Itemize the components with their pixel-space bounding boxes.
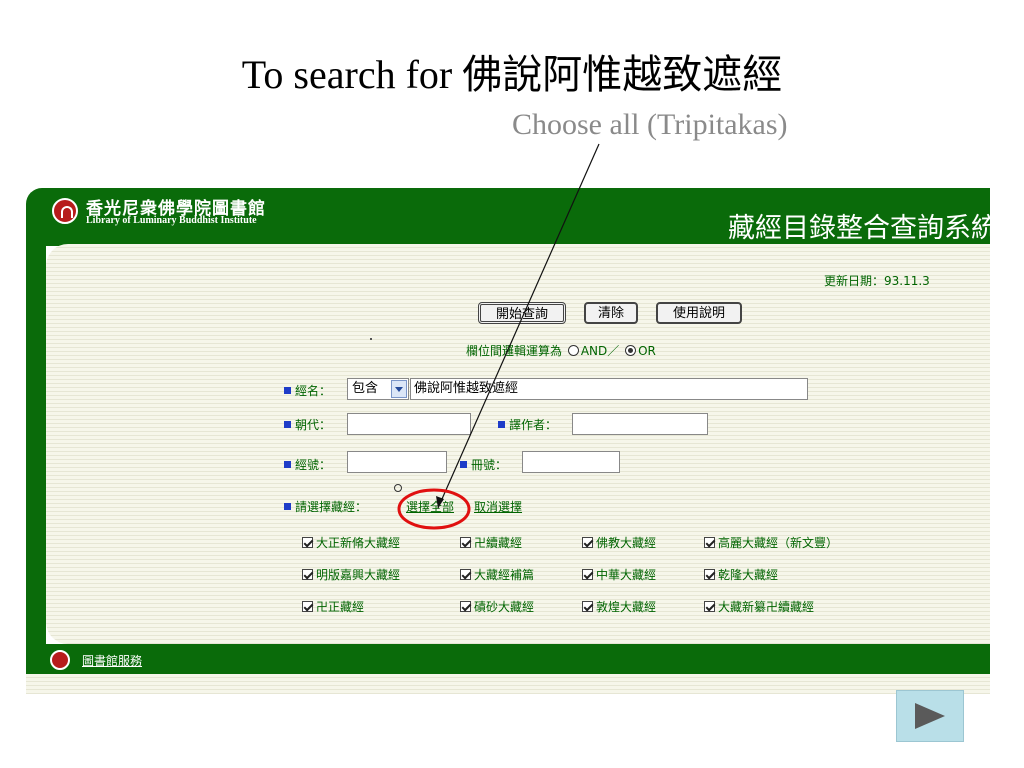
translator-input[interactable] [572, 413, 708, 435]
footer-bar: 圖書館服務 [26, 644, 990, 674]
canon-label: 中華大藏經 [596, 568, 657, 582]
select-all-link[interactable]: 選擇全部 [406, 498, 454, 515]
checkbox-checked-icon[interactable] [460, 601, 471, 612]
canon-checkbox[interactable]: 明版嘉興大藏經 [302, 566, 400, 583]
canon-checkbox[interactable]: 磧砂大藏經 [460, 598, 534, 615]
canon-label: 大藏經補篇 [474, 568, 535, 582]
checkbox-checked-icon[interactable] [302, 601, 313, 612]
deselect-link[interactable]: 取消選擇 [474, 498, 522, 515]
and-label: AND／ [580, 344, 620, 358]
library-service-link[interactable]: 圖書館服務 [82, 652, 142, 669]
canon-checkbox[interactable]: 乾隆大藏經 [704, 566, 778, 583]
canon-checkbox[interactable]: 大藏新纂卍續藏經 [704, 598, 814, 615]
checkbox-checked-icon[interactable] [582, 537, 593, 548]
bullet-icon [284, 387, 291, 394]
or-radio[interactable] [625, 345, 637, 356]
canon-checkbox[interactable]: 中華大藏經 [582, 566, 656, 583]
or-label: OR [638, 344, 656, 358]
canon-label: 大藏新纂卍續藏經 [718, 600, 815, 614]
slide-title: To search for 佛說阿惟越致遮經 [241, 52, 783, 97]
library-logo-icon [52, 198, 78, 224]
match-mode-select[interactable]: 包含 [347, 378, 409, 400]
logic-label: 欄位間邏輯運算為 [466, 344, 563, 358]
canon-label: 乾隆大藏經 [718, 568, 779, 582]
checkbox-checked-icon[interactable] [302, 569, 313, 580]
dynasty-input[interactable] [347, 413, 471, 435]
canon-label: 卍續藏經 [474, 536, 523, 550]
clear-button[interactable]: 清除 [584, 302, 638, 324]
update-date: 更新日期：93.11.3 [824, 274, 930, 288]
checkbox-checked-icon[interactable] [460, 537, 471, 548]
canon-label: 高麗大藏經（新文豐） [718, 536, 839, 550]
header-bar: 香光尼衆佛學院圖書館 Library of Luminary Buddhist … [26, 188, 998, 246]
checkbox-checked-icon[interactable] [582, 569, 593, 580]
and-radio[interactable] [567, 345, 579, 356]
library-name-en: Library of Luminary Buddhist Institute [86, 215, 257, 226]
checkbox-checked-icon[interactable] [704, 601, 715, 612]
sutra-name-input[interactable]: 佛說阿惟越致遮經 [410, 378, 808, 400]
checkbox-checked-icon[interactable] [582, 601, 593, 612]
canon-checkbox[interactable]: 佛教大藏經 [582, 534, 656, 551]
choose-canon-label: 請選擇藏經： [284, 498, 367, 515]
canon-label: 磧砂大藏經 [474, 600, 535, 614]
logic-operator-row: 欄位間邏輯運算為 AND／ OR [466, 342, 656, 359]
footer-strip [26, 674, 990, 694]
help-button[interactable]: 使用說明 [656, 302, 742, 324]
canon-label: 卍正藏經 [316, 600, 365, 614]
canon-label: 大正新脩大藏經 [316, 536, 401, 550]
canon-checkbox[interactable]: 大正新脩大藏經 [302, 534, 400, 551]
canon-label: 明版嘉興大藏經 [316, 568, 401, 582]
bullet-icon [460, 461, 467, 468]
next-arrow-icon[interactable] [896, 690, 964, 742]
checkbox-checked-icon[interactable] [460, 569, 471, 580]
sutra-number-label: 經號： [284, 456, 331, 473]
canon-checkbox[interactable]: 卍正藏經 [302, 598, 364, 615]
bullet-icon [498, 421, 505, 428]
canon-checkbox[interactable]: 敦煌大藏經 [582, 598, 656, 615]
sutra-number-input[interactable] [347, 451, 447, 473]
checkbox-checked-icon[interactable] [704, 537, 715, 548]
system-title: 藏經目錄整合查詢系統 [728, 213, 998, 244]
search-system-frame: 香光尼衆佛學院圖書館 Library of Luminary Buddhist … [26, 188, 998, 694]
canon-checkbox[interactable]: 高麗大藏經（新文豐） [704, 534, 838, 551]
sutra-name-label: 經名： [284, 382, 331, 399]
checkbox-checked-icon[interactable] [302, 537, 313, 548]
bullet-icon [284, 461, 291, 468]
decorative-dot [370, 338, 372, 340]
volume-label: 冊號： [460, 456, 507, 473]
library-logo-icon [50, 650, 70, 670]
checkbox-checked-icon[interactable] [704, 569, 715, 580]
annotation-text: Choose all (Tripitakas) [512, 108, 788, 141]
canon-checkbox[interactable]: 卍續藏經 [460, 534, 522, 551]
search-button[interactable]: 開始查詢 [478, 302, 566, 324]
volume-input[interactable] [522, 451, 620, 473]
canon-label: 敦煌大藏經 [596, 600, 657, 614]
canon-label: 佛教大藏經 [596, 536, 657, 550]
bullet-icon [284, 503, 291, 510]
translator-label: 譯作者： [498, 416, 557, 433]
canon-checkbox[interactable]: 大藏經補篇 [460, 566, 534, 583]
chevron-down-icon[interactable] [391, 380, 407, 398]
dynasty-label: 朝代： [284, 416, 331, 433]
bullet-icon [284, 421, 291, 428]
